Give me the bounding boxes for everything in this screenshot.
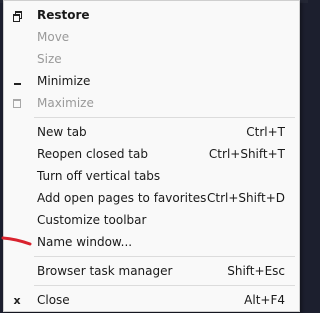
menu-item-turn-off-vertical-tabs[interactable]: Turn off vertical tabs bbox=[4, 165, 299, 187]
menu-item-label: Customize toolbar bbox=[37, 213, 147, 227]
menu-item-label: Reopen closed tab bbox=[37, 147, 148, 161]
menu-item-customize-toolbar[interactable]: Customize toolbar bbox=[4, 209, 299, 231]
menu-separator bbox=[34, 285, 295, 286]
menu-item-move: Move bbox=[4, 26, 299, 48]
menu-item-label: Add open pages to favorites bbox=[37, 191, 207, 205]
menu-item-size: Size bbox=[4, 48, 299, 70]
menu-item-label: Turn off vertical tabs bbox=[37, 169, 161, 183]
menu-item-restore[interactable]: Restore bbox=[4, 4, 299, 26]
maximize-icon bbox=[9, 92, 25, 114]
menu-separator bbox=[34, 117, 295, 118]
menu-item-shortcut: Ctrl+T bbox=[246, 125, 285, 139]
menu-separator bbox=[34, 256, 295, 257]
menu-item-maximize: Maximize bbox=[4, 92, 299, 114]
menu-item-label: New tab bbox=[37, 125, 87, 139]
menu-item-name-window[interactable]: Name window... bbox=[4, 231, 299, 253]
minimize-icon bbox=[9, 70, 25, 92]
menu-item-label: Name window... bbox=[37, 235, 133, 249]
menu-item-new-tab[interactable]: New tab Ctrl+T bbox=[4, 121, 299, 143]
menu-item-label: Browser task manager bbox=[37, 264, 173, 278]
close-icon: x bbox=[13, 293, 21, 307]
menu-item-browser-task-manager[interactable]: Browser task manager Shift+Esc bbox=[4, 260, 299, 282]
menu-item-add-pages-to-favorites[interactable]: Add open pages to favorites Ctrl+Shift+D bbox=[4, 187, 299, 209]
system-context-menu: Restore Move Size Minimize Maximize New … bbox=[3, 0, 300, 312]
menu-item-label: Size bbox=[37, 52, 62, 66]
menu-item-label: Maximize bbox=[37, 96, 94, 110]
menu-item-label: Move bbox=[37, 30, 70, 44]
menu-item-shortcut: Shift+Esc bbox=[227, 264, 285, 278]
restore-icon bbox=[9, 4, 25, 26]
menu-item-close[interactable]: x Close Alt+F4 bbox=[4, 289, 299, 311]
menu-item-shortcut: Alt+F4 bbox=[244, 293, 285, 307]
menu-item-shortcut: Ctrl+Shift+D bbox=[207, 191, 285, 205]
menu-item-label: Minimize bbox=[37, 74, 91, 88]
menu-item-label: Restore bbox=[37, 8, 90, 22]
menu-item-minimize[interactable]: Minimize bbox=[4, 70, 299, 92]
menu-item-shortcut: Ctrl+Shift+T bbox=[208, 147, 285, 161]
menu-item-label: Close bbox=[37, 293, 70, 307]
menu-item-reopen-closed-tab[interactable]: Reopen closed tab Ctrl+Shift+T bbox=[4, 143, 299, 165]
